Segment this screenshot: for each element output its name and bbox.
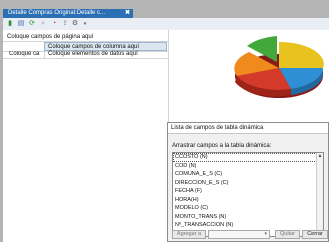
chart-icon[interactable]: ◔ [50,20,58,28]
field-list: CCOSTO (N) COD (N) COMUNA_E_S (C) DIRECC… [172,152,324,237]
new-icon[interactable]: ▮ [6,20,14,28]
export-icon[interactable]: ⇪ [61,20,69,28]
field-item[interactable]: COMUNA_E_S (C) [173,170,323,179]
document-tab[interactable]: Detalle Compras Original:Detalle c... ✖ [3,9,133,18]
field-item[interactable]: COD (N) [173,162,323,171]
close-icon[interactable]: ✖ [125,9,130,18]
pivot-field-list-panel: Lista de campos de tabla dinámica Arrast… [167,122,329,242]
field-list-scrollbar[interactable]: ▲ ▼ [316,153,323,236]
gridline [3,58,169,59]
chevron-down-icon: ▾ [264,231,267,237]
panel-button-row: Agregar a ▾ Quitar Cerrar [0,226,329,242]
field-item[interactable]: CCOSTO (N) [173,153,323,162]
column-fields-drop-zone[interactable]: Coloque campos de columna aquí [44,42,167,51]
refresh-icon[interactable]: ⟳ [28,20,36,28]
scroll-up-icon[interactable]: ▲ [317,153,323,160]
remove-button[interactable]: Quitar [275,230,300,239]
field-item[interactable]: DIRECCION_E_S (C) [173,179,323,188]
page-fields-drop-zone[interactable]: Coloque campos de página aquí [3,33,167,41]
close-button[interactable]: Cerrar [302,230,328,239]
pie-chart-logo [234,36,324,98]
panel-title: Lista de campos de tabla dinámica [168,123,328,134]
field-item[interactable]: FECHA (F) [173,187,323,196]
data-fields-drop-zone[interactable]: Coloque elementos de datos aquí [44,51,171,58]
wizard-icon[interactable]: ⌕ [39,20,47,28]
settings-icon[interactable]: ⚙ [71,20,79,28]
dropdown-icon[interactable]: ▾ [81,20,89,28]
panel-instruction: Arrastrar campos a la tabla dinámica: [172,143,272,149]
open-icon[interactable]: ▤ [17,20,25,28]
add-to-button[interactable]: Agregar a [172,230,206,239]
field-item[interactable]: HORA(H) [173,196,323,205]
tab-title: Detalle Compras Original:Detalle c... [8,10,106,16]
area-dropdown[interactable]: ▾ [208,230,270,239]
document-window: Detalle Compras Original:Detalle c... ✖ … [0,0,329,242]
row-fields-drop-zone[interactable]: Coloque ca [7,51,46,58]
field-item[interactable]: MODELO (C) [173,204,323,213]
field-item[interactable]: MONTO_TRANS (N) [173,213,323,222]
